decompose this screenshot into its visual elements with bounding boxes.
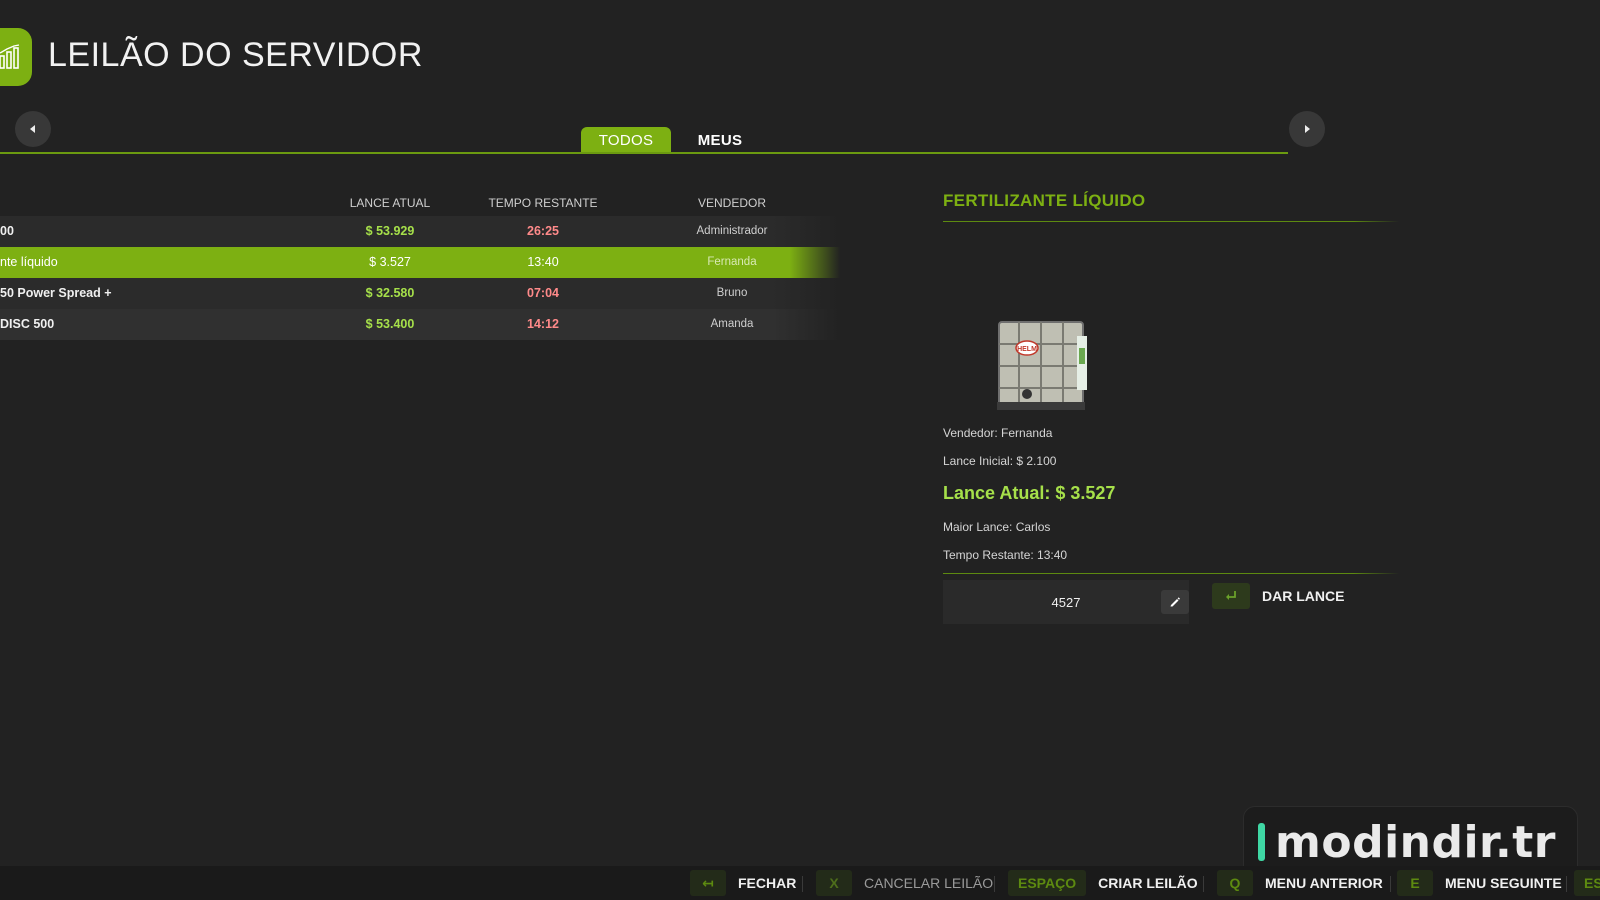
- detail-seller: Vendedor: Fernanda: [943, 426, 1053, 440]
- space-key-icon: ESPAÇO: [1008, 870, 1087, 896]
- watermark-text: modindir.tr: [1275, 816, 1556, 868]
- seller: Bruno: [716, 287, 748, 299]
- escape-key-icon: ES: [1574, 870, 1600, 896]
- detail-time-left: Tempo Restante: 13:40: [943, 548, 1068, 562]
- item-name: 00: [0, 224, 14, 238]
- time-left: 26:25: [527, 224, 559, 238]
- back-key-icon: ↤: [690, 870, 726, 896]
- table-row[interactable]: 00 $ 53.929 26:25 Administrador: [0, 216, 840, 247]
- detail-top-bidder: Maior Lance: Carlos: [943, 520, 1051, 534]
- watermark-bar: [1258, 823, 1265, 861]
- current-bid: $ 3.527: [369, 255, 411, 269]
- detail-divider: [943, 221, 1399, 222]
- current-bid: $ 32.580: [365, 286, 415, 300]
- tab-meus[interactable]: MEUS: [694, 127, 746, 153]
- e-key-icon: E: [1397, 870, 1433, 896]
- column-header-time-left: TEMPO RESTANTE: [488, 196, 598, 210]
- pencil-icon: [1170, 597, 1180, 607]
- escape-action[interactable]: ES: [1574, 866, 1600, 900]
- tab-underline: [0, 152, 1288, 154]
- bid-amount-input[interactable]: 4527: [943, 580, 1189, 624]
- detail-current-bid: Lance Atual: $ 3.527: [943, 483, 1116, 503]
- cancel-auction-label: CANCELAR LEILÃO: [864, 875, 994, 891]
- current-bid: $ 53.929: [365, 224, 415, 238]
- place-bid-button[interactable]: DAR LANCE: [1212, 582, 1344, 610]
- item-name: nte líquido: [0, 255, 58, 269]
- footer-bar: ↤ FECHAR X CANCELAR LEILÃO ESPAÇO CRIAR …: [0, 866, 1600, 900]
- time-left: 07:04: [527, 286, 559, 300]
- detail-divider-bottom: [943, 573, 1399, 574]
- q-key-icon: Q: [1217, 870, 1253, 896]
- fertilizer-tank-image: HELM: [997, 321, 1087, 410]
- cancel-auction-action[interactable]: X CANCELAR LEILÃO: [816, 866, 993, 900]
- enter-key-icon: [1212, 583, 1250, 609]
- column-header-current-bid: LANCE ATUAL: [349, 196, 431, 210]
- product-brand-label: HELM: [1017, 346, 1037, 353]
- close-action[interactable]: ↤ FECHAR: [690, 866, 796, 900]
- auction-list: 00 $ 53.929 26:25 Administrador nte líqu…: [0, 216, 840, 340]
- edit-bid-button[interactable]: [1161, 590, 1189, 614]
- arrow-left-icon: [30, 125, 35, 133]
- footer-separator: [1566, 876, 1567, 892]
- seller: Fernanda: [707, 256, 757, 268]
- detail-initial-bid: Lance Inicial: $ 2.100: [943, 454, 1057, 468]
- column-header-seller: VENDEDOR: [697, 196, 766, 210]
- item-name: DISC 500: [0, 317, 55, 331]
- time-left: 13:40: [527, 255, 559, 269]
- next-menu-action[interactable]: E MENU SEGUINTE: [1397, 866, 1562, 900]
- arrow-right-icon: [1305, 125, 1310, 133]
- tab-todos[interactable]: TODOS: [581, 127, 671, 153]
- next-page-button[interactable]: [1289, 111, 1325, 147]
- seller: Amanda: [710, 318, 754, 330]
- close-label: FECHAR: [738, 875, 797, 891]
- previous-page-button[interactable]: [15, 111, 51, 147]
- footer-separator: [802, 876, 803, 892]
- seller: Administrador: [696, 225, 768, 237]
- previous-menu-action[interactable]: Q MENU ANTERIOR: [1217, 866, 1383, 900]
- time-left: 14:12: [527, 317, 559, 331]
- footer-separator: [1203, 876, 1204, 892]
- next-menu-label: MENU SEGUINTE: [1445, 875, 1562, 891]
- create-auction-action[interactable]: ESPAÇO CRIAR LEILÃO: [1008, 866, 1198, 900]
- table-row[interactable]: 50 Power Spread + $ 32.580 07:04 Bruno: [0, 278, 840, 309]
- place-bid-label: DAR LANCE: [1262, 588, 1345, 604]
- footer-separator: [1390, 876, 1391, 892]
- table-row-selected[interactable]: nte líquido $ 3.527 13:40 Fernanda: [0, 247, 840, 278]
- previous-menu-label: MENU ANTERIOR: [1265, 875, 1383, 891]
- table-row[interactable]: DISC 500 $ 53.400 14:12 Amanda: [0, 309, 840, 340]
- create-auction-label: CRIAR LEILÃO: [1098, 875, 1198, 891]
- page-title: LEILÃO DO SERVIDOR: [48, 36, 423, 74]
- current-bid: $ 53.400: [365, 317, 415, 331]
- x-key-icon: X: [816, 870, 852, 896]
- item-name: 50 Power Spread +: [0, 286, 112, 300]
- app-chart-icon: [0, 28, 32, 86]
- detail-title: FERTILIZANTE LÍQUIDO: [943, 191, 1146, 210]
- footer-separator: [994, 876, 995, 892]
